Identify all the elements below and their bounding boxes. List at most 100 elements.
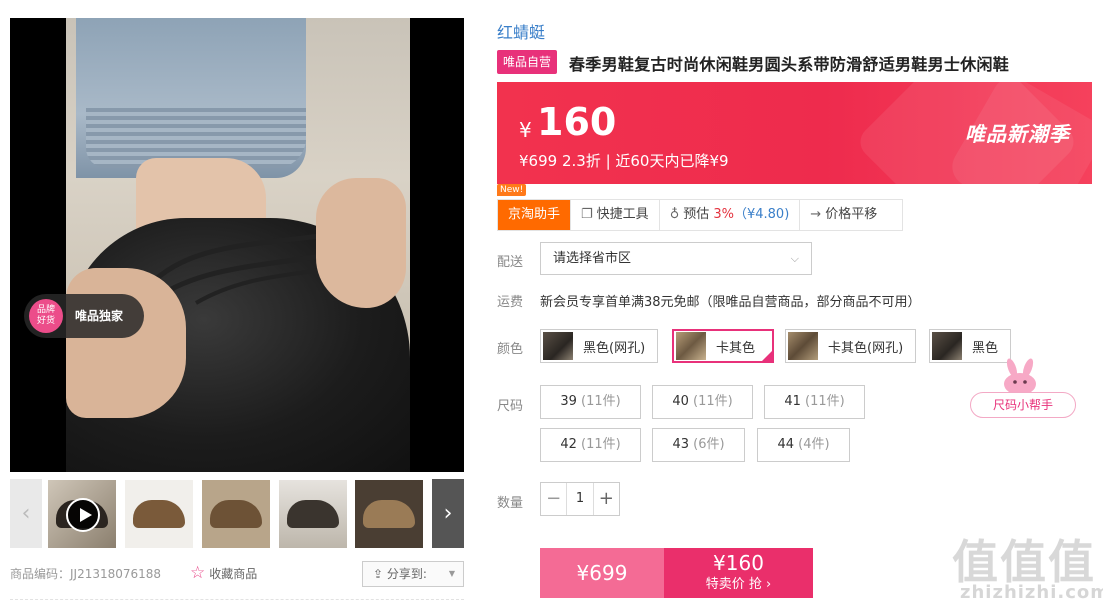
tab-price-shift[interactable]: → 价格平移 [800, 200, 887, 230]
money-bag-icon: ♁ [669, 207, 680, 222]
price-currency: ¥ [519, 118, 532, 142]
size-stock: (11件) [693, 394, 733, 409]
exclusive-badge-label: 唯品独家 [75, 309, 124, 323]
size-label: 尺码 [497, 399, 524, 414]
size-value: 42 [560, 437, 577, 452]
delivery-label: 配送 [497, 255, 524, 270]
size-stock: (11件) [581, 437, 621, 452]
tab-estimate[interactable]: ♁ 预估 3%（¥4.80) [660, 200, 801, 230]
product-title: 春季男鞋复古时尚休闲鞋男圆头系带防滑舒适男鞋男士休闲鞋 [569, 55, 1010, 74]
season-banner-label: 唯品新潮季 [965, 122, 1070, 146]
estimate-amount: （¥4.80) [733, 207, 790, 222]
color-option-label: 黑色(网孔) [583, 340, 646, 356]
size-value: 44 [777, 437, 794, 452]
thumbnail-prev-button[interactable]: ‹ [10, 479, 42, 548]
color-option-label: 卡其色(网孔) [828, 340, 904, 356]
thumbnail-next-button[interactable]: › [432, 479, 464, 548]
thumbnail-video[interactable] [48, 480, 116, 548]
chevron-right-icon: › [443, 501, 453, 526]
favorite-label: 收藏商品 [209, 566, 258, 581]
thumbnail-item[interactable] [279, 480, 347, 548]
tab-label: 价格平移 [825, 207, 878, 222]
price-history: ¥699 2.3折 | 近60天内已降¥9 [519, 152, 729, 170]
tab-quick-tools[interactable]: ❐ 快捷工具 [571, 200, 660, 230]
size-value: 39 [560, 394, 577, 409]
tab-label: 快捷工具 [596, 207, 649, 222]
hand-left-graphic [66, 268, 186, 418]
size-stock: (6件) [693, 437, 725, 452]
size-stock: (11件) [581, 394, 621, 409]
share-label: 分享到: [386, 567, 427, 581]
quantity-increase-button[interactable]: + [594, 483, 619, 515]
special-price-label: 特卖价 抢 › [705, 577, 772, 592]
arrow-right-icon: → [810, 207, 822, 222]
color-option[interactable]: 卡其色(网孔) [785, 329, 917, 363]
main-product-image[interactable]: 品牌 好货 唯品独家 [10, 18, 464, 472]
buy-button-group: ¥699 ¥160 特卖价 抢 › [540, 548, 813, 598]
special-price: ¥160 [713, 551, 764, 575]
thumbnail-item[interactable] [202, 480, 270, 548]
quantity-input[interactable]: 1 [566, 483, 594, 515]
caret-down-icon: ▼ [448, 569, 455, 578]
selected-check-icon [760, 349, 774, 363]
region-select[interactable]: 请选择省市区 ⌵ [540, 242, 812, 275]
size-option[interactable]: 42 (11件) [540, 428, 641, 462]
hand-right-graphic [316, 178, 406, 308]
quantity-stepper: − 1 + [540, 482, 620, 516]
copy-icon: ❐ [581, 207, 593, 222]
shipping-label: 运费 [497, 295, 524, 310]
size-stock: (11件) [805, 394, 845, 409]
watermark-url: zhizhizhi.com [960, 582, 1103, 603]
size-value: 40 [672, 394, 689, 409]
vip-self-operated-tag: 唯品自营 [497, 50, 558, 74]
estimate-percent: 3% [713, 207, 734, 222]
size-option[interactable]: 39 (11件) [540, 385, 641, 419]
brand-goods-icon: 品牌 好货 [29, 299, 63, 333]
new-badge: New! [497, 184, 527, 196]
color-option-selected[interactable]: 卡其色 [672, 329, 774, 363]
size-value: 43 [672, 437, 689, 452]
share-button[interactable]: ⇪ 分享到: ▼ [362, 561, 464, 587]
exclusive-badge: 品牌 好货 唯品独家 [24, 294, 144, 338]
size-option[interactable]: 40 (11件) [652, 385, 753, 419]
color-option-label: 黑色 [972, 340, 999, 356]
size-stock: (4件) [798, 437, 830, 452]
size-helper-button[interactable]: 尺码小帮手 [970, 392, 1076, 418]
original-price-button[interactable]: ¥699 [540, 548, 664, 598]
favorite-button[interactable]: ☆ 收藏商品 [190, 563, 257, 583]
color-swatch [932, 332, 962, 360]
divider [10, 599, 464, 600]
product-photo [66, 18, 410, 472]
brand-link[interactable]: 红蜻蜓 [497, 19, 545, 43]
quantity-label: 数量 [497, 496, 524, 511]
size-option[interactable]: 41 (11件) [764, 385, 865, 419]
color-swatch [788, 332, 818, 360]
star-icon: ☆ [190, 563, 206, 583]
rabbit-mascot-icon [1004, 358, 1036, 395]
sku-code: 商品编码：JJ21318076188 [10, 567, 162, 581]
play-icon[interactable] [66, 498, 100, 532]
share-icon: ⇪ [373, 567, 387, 581]
size-value: 41 [784, 394, 801, 409]
tab-jingtao-helper[interactable]: 京淘助手 [498, 200, 572, 230]
color-option-label: 卡其色 [716, 340, 756, 356]
helper-toolbar: 京淘助手 ❐ 快捷工具 ♁ 预估 3%（¥4.80) → 价格平移 [497, 199, 903, 231]
special-price-buy-button[interactable]: ¥160 特卖价 抢 › [664, 548, 813, 598]
tab-label: 预估 [683, 207, 714, 222]
color-label: 颜色 [497, 342, 524, 357]
chevron-left-icon: ‹ [21, 501, 31, 526]
thumbnail-item[interactable] [125, 480, 193, 548]
thumbnail-item[interactable] [355, 480, 423, 548]
color-swatch [676, 332, 706, 360]
size-option[interactable]: 43 (6件) [652, 428, 745, 462]
shipping-info: 新会员专享首单满38元免邮（限唯品自营商品，部分商品不可用） [540, 295, 921, 310]
color-option[interactable]: 黑色(网孔) [540, 329, 659, 363]
price-banner: ¥ 160 ¥699 2.3折 | 近60天内已降¥9 唯品新潮季 [497, 82, 1092, 184]
color-swatch [543, 332, 573, 360]
quantity-decrease-button[interactable]: − [541, 483, 566, 515]
region-select-value: 请选择省市区 [553, 251, 632, 266]
chevron-down-icon: ⌵ [790, 252, 799, 265]
current-price: 160 [537, 100, 617, 144]
size-option[interactable]: 44 (4件) [757, 428, 850, 462]
tab-label: 京淘助手 [508, 207, 561, 222]
